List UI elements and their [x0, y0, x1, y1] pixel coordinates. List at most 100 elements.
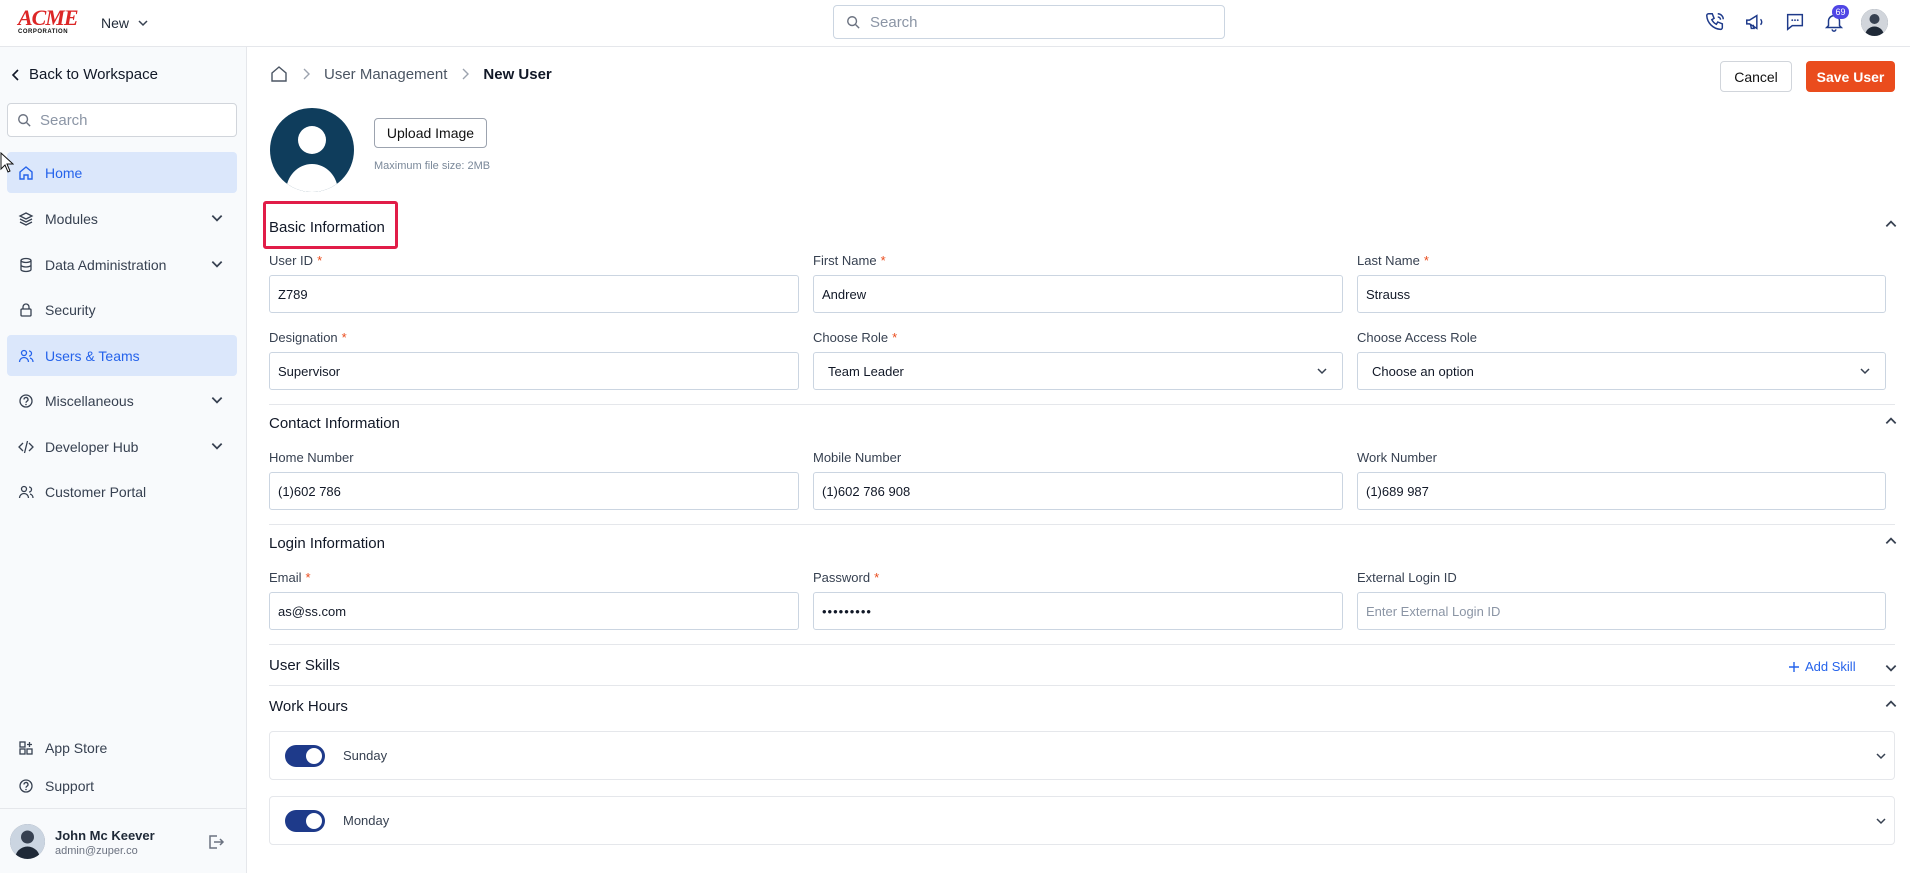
chevron-right-icon — [303, 68, 310, 80]
new-label: New — [101, 15, 130, 31]
chevron-down-icon — [211, 261, 223, 268]
breadcrumb-user-management[interactable]: User Management — [324, 66, 447, 83]
toggle-knob — [306, 748, 322, 764]
mobile-number-field[interactable] — [813, 472, 1343, 510]
global-search-input[interactable] — [870, 13, 1210, 31]
chevron-up-icon[interactable] — [1884, 217, 1898, 231]
last-name-label: Last Name * — [1357, 253, 1429, 268]
sunday-toggle[interactable] — [285, 745, 325, 767]
logout-icon[interactable] — [207, 833, 225, 851]
phone-icon[interactable] — [1703, 10, 1727, 34]
sidebar-item-label: Modules — [45, 210, 98, 227]
first-name-field[interactable] — [813, 275, 1343, 313]
choose-role-value: Team Leader — [828, 363, 904, 379]
home-icon — [19, 165, 33, 180]
password-field[interactable] — [813, 592, 1343, 630]
work-number-field[interactable] — [1357, 472, 1886, 510]
sidebar-item-customer-portal[interactable]: Customer Portal — [7, 471, 237, 512]
sidebar-item-home[interactable]: Home — [7, 152, 237, 193]
last-name-field[interactable] — [1357, 275, 1886, 313]
sidebar-item-label: Data Administration — [45, 256, 167, 273]
sidebar-item-miscellaneous[interactable]: Miscellaneous — [7, 380, 237, 421]
sidebar-item-security[interactable]: Security — [7, 289, 237, 330]
chevron-down-icon[interactable] — [1875, 750, 1887, 762]
sidebar-search[interactable] — [7, 103, 237, 137]
sidebar-item-label: Support — [45, 777, 95, 794]
lock-icon — [20, 302, 32, 317]
chevron-right-icon — [462, 68, 470, 80]
sidebar-item-label: Home — [45, 164, 83, 181]
add-skill-label: Add Skill — [1805, 659, 1856, 674]
users-icon — [18, 485, 34, 498]
chat-icon[interactable] — [1783, 10, 1807, 34]
external-login-id-label: External Login ID — [1357, 570, 1457, 585]
profile-avatar[interactable] — [1861, 9, 1888, 36]
choose-role-select[interactable]: Team Leader — [813, 352, 1343, 390]
designation-field[interactable] — [269, 352, 799, 390]
choose-role-label: Choose Role * — [813, 330, 898, 345]
chevron-up-icon[interactable] — [1884, 414, 1898, 428]
current-user-panel: John Mc Keever admin@zuper.co — [0, 808, 247, 873]
global-search[interactable] — [833, 5, 1225, 39]
chevron-up-icon[interactable] — [1884, 697, 1898, 711]
divider — [269, 685, 1895, 686]
back-to-workspace-link[interactable]: Back to Workspace — [11, 66, 158, 83]
mouse-cursor-icon — [0, 152, 14, 173]
user-avatar-placeholder — [270, 108, 354, 192]
sidebar-item-label: App Store — [45, 739, 108, 756]
search-icon — [847, 16, 860, 29]
section-title-user-skills: User Skills — [269, 657, 340, 674]
plus-icon — [1789, 661, 1799, 672]
sidebar-item-users-teams[interactable]: Users & Teams — [7, 335, 237, 376]
home-number-label: Home Number — [269, 450, 354, 465]
home-icon[interactable] — [270, 65, 288, 83]
email-field[interactable] — [269, 592, 799, 630]
chevron-up-icon[interactable] — [1884, 534, 1898, 548]
first-name-label: First Name * — [813, 253, 886, 268]
user-name: John Mc Keever — [55, 828, 155, 843]
sidebar-item-label: Users & Teams — [45, 347, 140, 364]
sidebar-item-support[interactable]: Support — [7, 765, 237, 806]
sidebar-item-developer-hub[interactable]: Developer Hub — [7, 426, 237, 467]
logo-text: ACME — [18, 5, 79, 30]
sidebar-item-modules[interactable]: Modules — [7, 198, 237, 239]
sidebar-item-app-store[interactable]: App Store — [7, 727, 237, 768]
section-title-basic-information: Basic Information — [269, 219, 385, 236]
choose-access-role-select[interactable]: Choose an option — [1357, 352, 1886, 390]
chevron-down-icon[interactable] — [1884, 661, 1898, 675]
external-login-id-field[interactable] — [1357, 592, 1886, 630]
new-dropdown-button[interactable]: New — [101, 12, 149, 34]
toggle-knob — [306, 813, 322, 829]
sidebar-item-data-administration[interactable]: Data Administration — [7, 244, 237, 285]
cancel-button[interactable]: Cancel — [1720, 61, 1792, 92]
notification-count-badge: 69 — [1832, 5, 1849, 19]
acme-logo[interactable]: ACME CORPORATION — [18, 5, 82, 36]
chevron-down-icon — [211, 215, 223, 222]
section-title-work-hours: Work Hours — [269, 698, 348, 715]
chevron-down-icon — [211, 397, 223, 404]
sidebar-item-label: Miscellaneous — [45, 392, 134, 409]
help-circle-icon — [19, 778, 33, 793]
top-bar: ACME CORPORATION New 69 — [0, 0, 1910, 47]
work-number-label: Work Number — [1357, 450, 1437, 465]
work-day-card-sunday: Sunday — [269, 731, 1895, 780]
add-skill-button[interactable]: Add Skill — [1789, 659, 1856, 674]
chevron-down-icon — [1860, 368, 1870, 375]
save-user-button[interactable]: Save User — [1806, 61, 1895, 92]
sidebar-item-label: Customer Portal — [45, 483, 147, 500]
chevron-down-icon[interactable] — [1875, 815, 1887, 827]
megaphone-icon[interactable] — [1743, 10, 1767, 34]
chevron-down-icon — [211, 443, 223, 450]
choose-access-role-value: Choose an option — [1372, 363, 1474, 379]
upload-image-button[interactable]: Upload Image — [374, 118, 487, 148]
user-id-field[interactable] — [269, 275, 799, 313]
divider — [269, 644, 1895, 645]
chevron-down-icon — [1317, 368, 1327, 375]
sidebar-search-input[interactable] — [40, 111, 220, 129]
breadcrumb-current: New User — [483, 65, 552, 83]
home-number-field[interactable] — [269, 472, 799, 510]
layers-icon — [18, 211, 34, 226]
monday-toggle[interactable] — [285, 810, 325, 832]
avatar[interactable] — [10, 824, 45, 859]
choose-access-role-label: Choose Access Role — [1357, 330, 1477, 345]
